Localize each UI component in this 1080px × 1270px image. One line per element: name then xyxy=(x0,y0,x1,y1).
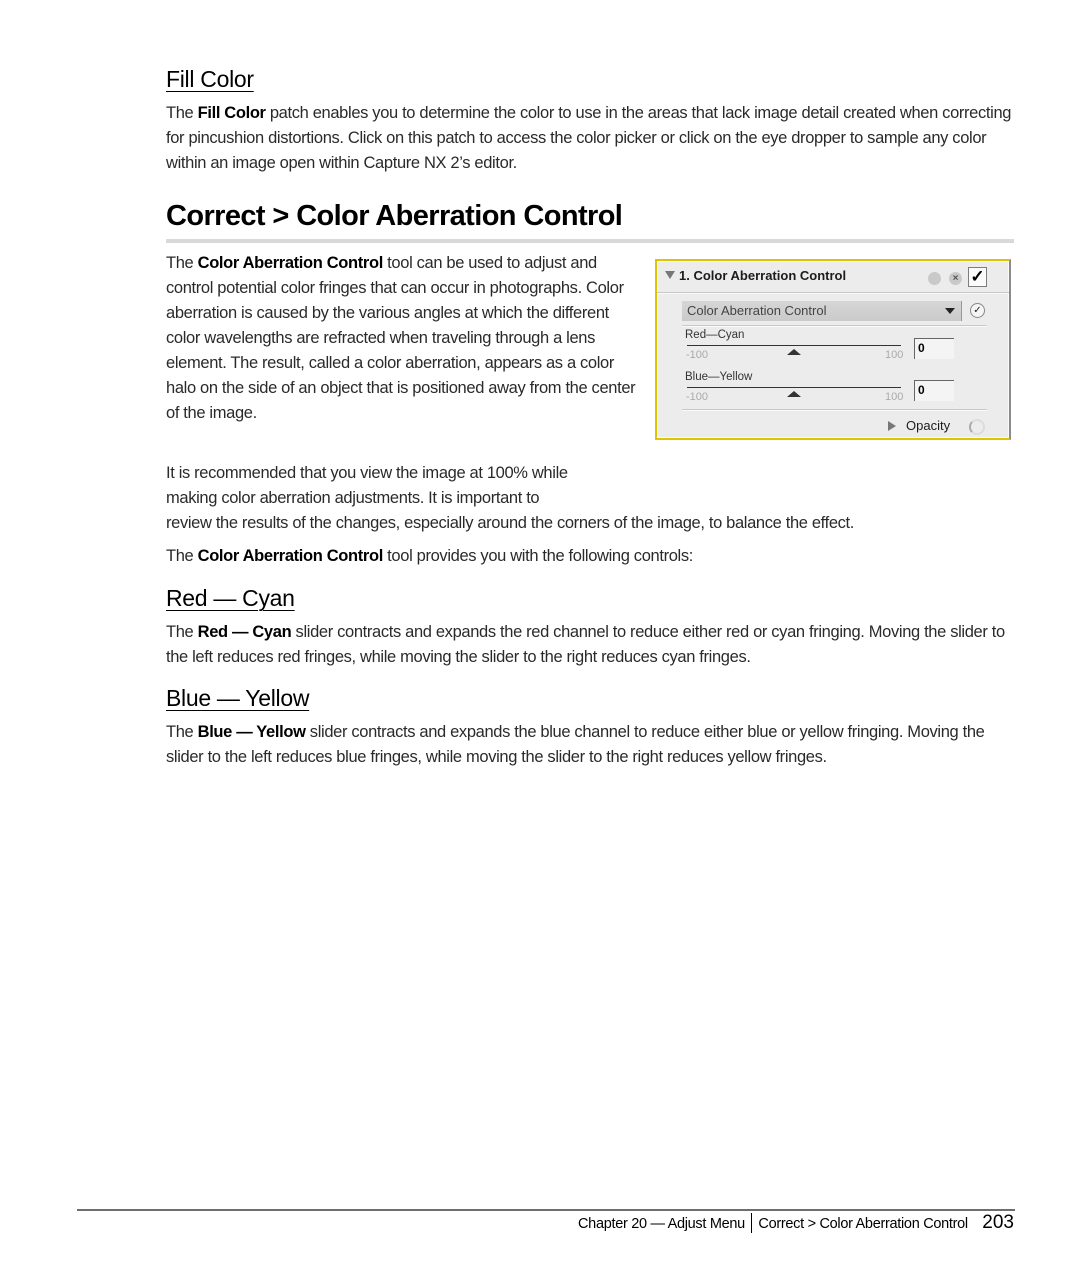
opacity-label[interactable]: Opacity xyxy=(906,418,950,433)
footer-separator xyxy=(750,1213,753,1233)
footer-section: Correct > Color Aberration Control xyxy=(758,1216,968,1232)
blue-yellow-max: 100 xyxy=(885,391,904,403)
page-number: 203 xyxy=(982,1212,1014,1233)
blue-yellow-value-input[interactable]: 0 xyxy=(914,380,954,401)
blue-yellow-slider-track[interactable] xyxy=(687,387,901,388)
red-cyan-slider-track[interactable] xyxy=(687,345,901,346)
panel-title: 1. Color Aberration Control xyxy=(679,268,847,283)
red-cyan-slider-thumb[interactable] xyxy=(787,349,801,355)
blue-yellow-paragraph: The Blue — Yellow slider contracts and e… xyxy=(166,720,1026,770)
blue-yellow-heading: Blue — Yellow xyxy=(166,685,310,711)
enable-checkbox[interactable]: ✓ xyxy=(968,267,987,287)
text-run: The xyxy=(166,104,198,122)
dropdown-divider xyxy=(682,325,987,327)
text-run: tool provides you with the following con… xyxy=(382,547,694,565)
color-aberration-panel: 1. Color Aberration Control × ✓ Color Ab… xyxy=(655,259,1011,440)
recommendation-line-3: review the results of the changes, espec… xyxy=(166,514,855,532)
footer-rule xyxy=(77,1209,1015,1211)
text-run: The xyxy=(166,547,198,565)
method-dropdown[interactable]: Color Aberration Control xyxy=(682,301,962,321)
text-run: patch enables you to determine the color… xyxy=(166,104,1012,172)
blue-yellow-min: -100 xyxy=(686,391,709,403)
text-run: The xyxy=(166,623,198,641)
recommendation-line-1: It is recommended that you view the imag… xyxy=(166,464,568,482)
text-run: The xyxy=(166,254,198,272)
section-title-rule xyxy=(166,239,1014,243)
intro-paragraph: The Color Aberration Control tool can be… xyxy=(166,251,641,426)
close-icon[interactable]: × xyxy=(949,272,962,285)
text-run: tool can be used to adjust and control p… xyxy=(166,254,636,422)
bold-term: Fill Color xyxy=(197,104,266,122)
text-run: slider contracts and expands the red cha… xyxy=(166,623,1005,666)
text-run: The xyxy=(166,723,198,741)
dropdown-toggle-icon[interactable]: ✓ xyxy=(970,303,985,318)
recommendation-paragraph: It is recommended that you view the imag… xyxy=(166,461,1026,536)
dropdown-value: Color Aberration Control xyxy=(687,303,827,318)
collapse-triangle-icon[interactable] xyxy=(665,271,675,279)
controls-intro-paragraph: The Color Aberration Control tool provid… xyxy=(166,544,1026,569)
panel-header[interactable]: 1. Color Aberration Control xyxy=(665,268,846,283)
reset-icon[interactable] xyxy=(928,272,941,285)
section-title: Correct > Color Aberration Control xyxy=(166,200,623,232)
page-footer: Chapter 20 — Adjust Menu Correct > Color … xyxy=(578,1212,1014,1234)
chevron-down-icon xyxy=(945,308,955,314)
blue-yellow-slider-thumb[interactable] xyxy=(787,391,801,397)
bold-term: Blue — Yellow xyxy=(197,723,306,741)
sliders-divider xyxy=(682,409,987,411)
fill-color-heading: Fill Color xyxy=(166,66,254,92)
header-divider xyxy=(657,292,1009,294)
opacity-toggle-icon[interactable] xyxy=(969,419,985,435)
red-cyan-label: Red—Cyan xyxy=(685,329,745,341)
recommendation-line-2: making color aberration adjustments. It … xyxy=(166,489,540,507)
red-cyan-max: 100 xyxy=(885,349,904,361)
expand-triangle-icon[interactable] xyxy=(888,421,896,431)
footer-chapter: Chapter 20 — Adjust Menu xyxy=(578,1216,745,1232)
red-cyan-paragraph: The Red — Cyan slider contracts and expa… xyxy=(166,620,1026,670)
bold-term: Red — Cyan xyxy=(197,623,292,641)
blue-yellow-label: Blue—Yellow xyxy=(685,371,753,383)
bold-term: Color Aberration Control xyxy=(197,254,384,272)
bold-term: Color Aberration Control xyxy=(197,547,384,565)
red-cyan-heading: Red — Cyan xyxy=(166,585,295,611)
fill-color-paragraph: The Fill Color patch enables you to dete… xyxy=(166,101,1021,176)
red-cyan-value-input[interactable]: 0 xyxy=(914,338,954,359)
red-cyan-min: -100 xyxy=(686,349,709,361)
